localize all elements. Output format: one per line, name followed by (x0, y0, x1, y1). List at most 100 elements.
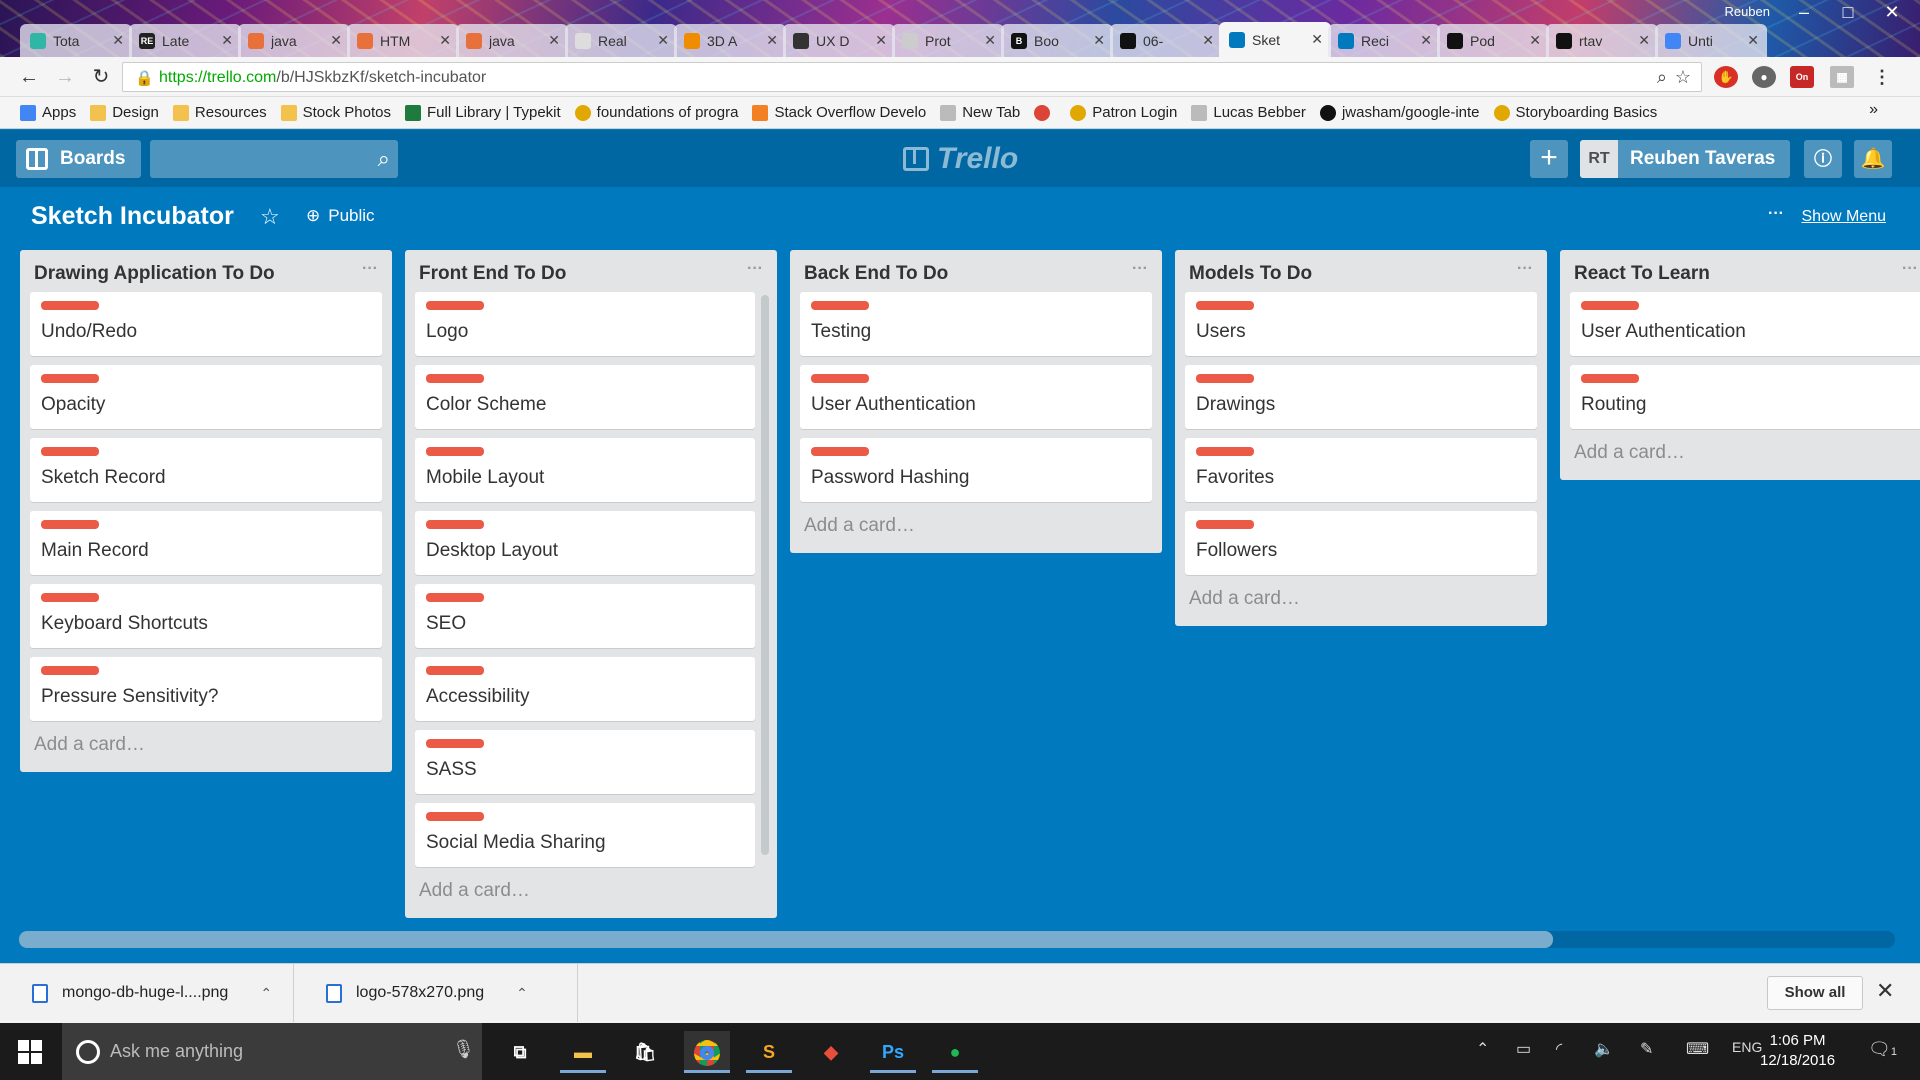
back-icon[interactable]: ← (16, 65, 42, 89)
browser-tab[interactable]: Unti ✕ (1655, 24, 1767, 57)
card[interactable]: Desktop Layout (415, 511, 755, 575)
browser-tab[interactable]: HTM ✕ (347, 24, 459, 57)
notifications-bell-icon[interactable]: 🔔 (1854, 140, 1892, 178)
chevron-up-icon[interactable]: ⌃ (516, 985, 528, 1002)
browser-tab[interactable]: 06- ✕ (1110, 24, 1222, 57)
tab-close-icon[interactable]: ✕ (1311, 31, 1323, 48)
chevron-up-icon[interactable]: ⌃ (260, 985, 272, 1002)
window-user-name[interactable]: Reuben (1724, 4, 1770, 19)
board-search-input[interactable]: ⌕ (150, 140, 398, 178)
card[interactable]: Main Record (30, 511, 382, 575)
chrome-icon[interactable] (684, 1031, 730, 1073)
clock[interactable]: 1:06 PM 12/18/2016 (1760, 1031, 1835, 1071)
tab-close-icon[interactable]: ✕ (657, 32, 669, 49)
download-item[interactable]: mongo-db-huge-l....png ⌃ (0, 964, 294, 1022)
show-all-downloads-button[interactable]: Show all (1767, 976, 1863, 1010)
card[interactable]: Social Media Sharing (415, 803, 755, 867)
bookmark-so[interactable]: Stack Overflow Develo (752, 104, 926, 121)
browser-tab[interactable]: Pod ✕ (1437, 24, 1549, 57)
forward-icon[interactable]: → (52, 65, 78, 89)
browser-tab[interactable]: 3D A ✕ (674, 24, 786, 57)
scrollbar-thumb[interactable] (19, 931, 1553, 948)
list-title[interactable]: Back End To Do (790, 250, 1162, 292)
spotify-icon[interactable]: ● (932, 1031, 978, 1073)
add-card-link[interactable]: Add a card… (1175, 584, 1547, 626)
card[interactable]: Keyboard Shortcuts (30, 584, 382, 648)
microphone-icon[interactable]: 🎙 (452, 1039, 475, 1060)
tab-close-icon[interactable]: ✕ (1638, 32, 1650, 49)
card[interactable]: Accessibility (415, 657, 755, 721)
bookmark-folder[interactable]: Design (90, 104, 159, 121)
download-item[interactable]: logo-578x270.png ⌃ (294, 964, 578, 1022)
wifi-icon[interactable]: ◜ (1556, 1039, 1562, 1059)
bookmark-google[interactable] (1034, 104, 1056, 121)
card[interactable]: Logo (415, 292, 755, 356)
task-view-icon[interactable]: ⧉ (497, 1031, 543, 1073)
card[interactable]: Color Scheme (415, 365, 755, 429)
tab-close-icon[interactable]: ✕ (221, 32, 233, 49)
pen-icon[interactable]: ✎ (1640, 1039, 1653, 1059)
star-board-icon[interactable]: ☆ (260, 204, 280, 230)
browser-tab[interactable]: java ✕ (456, 24, 568, 57)
url-input[interactable]: 🔒 https://trello.com/b/HJSkbzKf/sketch-i… (122, 62, 1702, 92)
browser-tab[interactable]: Tota ✕ (20, 24, 132, 57)
add-card-link[interactable]: Add a card… (790, 511, 1162, 553)
info-icon[interactable]: ⓘ (1804, 140, 1842, 178)
bookmark-folder[interactable]: Stock Photos (280, 104, 391, 121)
member-menu-button[interactable]: RT Reuben Taveras (1580, 140, 1790, 178)
list-title[interactable]: React To Learn (1560, 250, 1920, 292)
list-menu-icon[interactable]: ··· (1902, 260, 1918, 278)
add-card-link[interactable]: Add a card… (405, 876, 777, 918)
bookmark-page[interactable]: New Tab (940, 104, 1020, 121)
tab-close-icon[interactable]: ✕ (766, 32, 778, 49)
card[interactable]: Drawings (1185, 365, 1537, 429)
volume-icon[interactable]: 🔈 (1594, 1039, 1614, 1059)
battery-icon[interactable]: ▭ (1516, 1039, 1531, 1059)
minimize-button[interactable]: – (1782, 0, 1826, 26)
tab-close-icon[interactable]: ✕ (548, 32, 560, 49)
chrome-menu-icon[interactable]: ⋮ (1870, 66, 1894, 88)
browser-tab[interactable]: Real ✕ (565, 24, 677, 57)
cortana-search-input[interactable]: Ask me anything (62, 1023, 482, 1080)
extension-grid-icon[interactable]: ▦ (1830, 66, 1854, 88)
add-card-link[interactable]: Add a card… (20, 730, 392, 772)
list-menu-icon[interactable]: ··· (747, 260, 763, 278)
card[interactable]: Followers (1185, 511, 1537, 575)
list-menu-icon[interactable]: ··· (1517, 260, 1533, 278)
card[interactable]: Sketch Record (30, 438, 382, 502)
browser-tab[interactable]: RE Late ✕ (129, 24, 241, 57)
card[interactable]: SASS (415, 730, 755, 794)
photoshop-icon[interactable]: Ps (870, 1031, 916, 1073)
show-menu-link[interactable]: Show Menu (1802, 208, 1887, 226)
windows-start-icon[interactable] (0, 1023, 60, 1080)
board-title[interactable]: Sketch Incubator (31, 202, 234, 231)
bookmark-site[interactable]: Patron Login (1070, 104, 1177, 121)
add-card-link[interactable]: Add a card… (1560, 438, 1920, 480)
list-title[interactable]: Front End To Do (405, 250, 777, 292)
card[interactable]: Opacity (30, 365, 382, 429)
extension-on-icon[interactable]: On (1790, 66, 1814, 88)
browser-tab[interactable]: rtav ✕ (1546, 24, 1658, 57)
adblock-extension-icon[interactable]: ✋ (1714, 66, 1738, 88)
tab-close-icon[interactable]: ✕ (875, 32, 887, 49)
tab-close-icon[interactable]: ✕ (1093, 32, 1105, 49)
extension-circle-icon[interactable]: ● (1752, 66, 1776, 88)
bookmark-star-icon[interactable]: ☆ (1675, 67, 1691, 88)
tab-close-icon[interactable]: ✕ (330, 32, 342, 49)
bookmark-folder[interactable]: Resources (172, 104, 267, 121)
bookmark-page[interactable]: Lucas Bebber (1191, 104, 1306, 121)
list-title[interactable]: Models To Do (1175, 250, 1547, 292)
close-downloads-icon[interactable]: ✕ (1876, 978, 1894, 1004)
card[interactable]: Routing (1570, 365, 1920, 429)
browser-tab[interactable]: Reci ✕ (1328, 24, 1440, 57)
card[interactable]: Users (1185, 292, 1537, 356)
trello-logo[interactable]: Trello (903, 142, 1018, 176)
tab-close-icon[interactable]: ✕ (1202, 32, 1214, 49)
card[interactable]: Undo/Redo (30, 292, 382, 356)
zoom-icon[interactable]: ⌕ (1657, 67, 1667, 88)
tab-close-icon[interactable]: ✕ (1529, 32, 1541, 49)
card[interactable]: SEO (415, 584, 755, 648)
browser-tab[interactable]: Sket ✕ (1219, 22, 1331, 57)
browser-tab[interactable]: java ✕ (238, 24, 350, 57)
git-icon[interactable]: ◆ (808, 1031, 854, 1073)
